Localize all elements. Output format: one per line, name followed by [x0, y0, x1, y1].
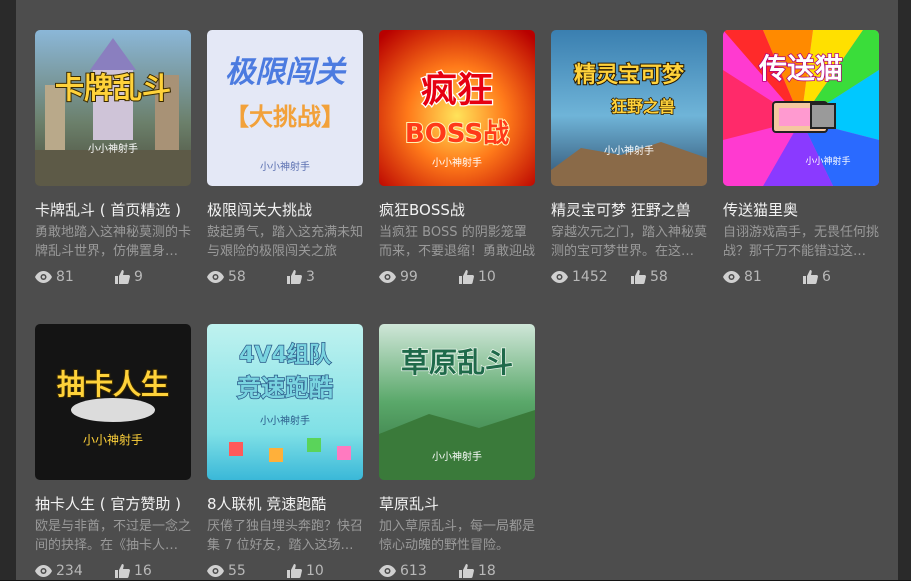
left-edge [0, 0, 16, 580]
thumbs-up-icon [287, 564, 302, 578]
game-thumbnail[interactable]: 传送猫 小小神射手 [723, 30, 879, 186]
game-description: 当疯狂 BOSS 的阴影笼罩而来，不要退缩！勇敢迎战 [379, 225, 535, 259]
game-title[interactable]: 草原乱斗 [379, 494, 535, 514]
thumbs-up-icon [115, 564, 130, 578]
thumbs-up-icon [287, 270, 302, 284]
eye-icon [207, 271, 224, 283]
thumbnail-subtitle: 小小神射手 [88, 142, 138, 155]
thumbnail-subtitle: 小小神射手 [604, 144, 654, 157]
game-title[interactable]: 抽卡人生 ( 官方赞助 ) [35, 494, 191, 514]
eye-icon [379, 271, 396, 283]
thumbnail-subtitle: 小小神射手 [432, 450, 482, 463]
thumbs-up-icon [459, 564, 474, 578]
game-description: 自诩游戏高手，无畏任何挑战？那千万不能错过这款游戏 [723, 225, 879, 259]
thumbnail-title: 精灵宝可梦 [574, 62, 685, 88]
thumbnail-subtitle: 小小神射手 [805, 155, 850, 167]
game-thumbnail[interactable]: 疯狂 BOSS战 小小神射手 [379, 30, 535, 186]
game-thumbnail[interactable]: 极限闯关 【大挑战】 小小神射手 [207, 30, 363, 186]
like-count: 16 [134, 563, 152, 579]
like-count: 58 [650, 269, 668, 285]
game-description: 欧是与非酋，不过是一念之间的抉择。在《抽卡人生》中体验命运 [35, 519, 191, 553]
game-thumbnail[interactable]: 抽卡人生 小小神射手 [35, 324, 191, 480]
thumbnail-title: 疯狂 [421, 70, 493, 111]
thumbnail-title: 卡牌乱斗 [55, 71, 171, 105]
game-thumbnail[interactable]: 草原乱斗 小小神射手 [379, 324, 535, 480]
game-stats: 99 10 [379, 269, 535, 287]
like-count: 10 [306, 563, 324, 579]
thumbnail-subtitle: 小小神射手 [260, 160, 310, 173]
game-stats: 81 9 [35, 269, 191, 287]
game-description: 勇敢地踏入这神秘莫测的卡牌乱斗世界，仿佛置身于一场奇幻的冒险之中 [35, 225, 191, 259]
game-stats: 234 16 [35, 563, 191, 581]
thumbnail-subtitle: 小小神射手 [260, 414, 310, 427]
game-title[interactable]: 8人联机 竞速跑酷 [207, 494, 363, 514]
game-card[interactable]: 抽卡人生 小小神射手 抽卡人生 ( 官方赞助 ) 欧是与非酋，不过是一念之间的抉… [35, 324, 191, 581]
thumbs-up-icon [459, 270, 474, 284]
thumbs-up-icon [803, 270, 818, 284]
game-card[interactable]: 草原乱斗 小小神射手 草原乱斗 加入草原乱斗，每一局都是惊心动魄的野性冒险。 6… [379, 324, 535, 581]
thumbnail-title: 4V4组队 [239, 342, 332, 368]
game-title[interactable]: 传送猫里奥 [723, 200, 879, 220]
thumbs-up-icon [631, 270, 646, 284]
game-title[interactable]: 极限闯关大挑战 [207, 200, 363, 220]
view-count: 81 [56, 269, 74, 285]
eye-icon [723, 271, 740, 283]
thumbnail-title: 草原乱斗 [401, 346, 513, 379]
view-count: 234 [56, 563, 83, 579]
right-edge [898, 0, 911, 580]
thumbnail-title-2: 狂野之兽 [611, 97, 675, 116]
game-card[interactable]: 传送猫 小小神射手 传送猫里奥 自诩游戏高手，无畏任何挑战？那千万不能错过这款游… [723, 30, 879, 287]
game-card[interactable]: 疯狂 BOSS战 小小神射手 疯狂BOSS战 当疯狂 BOSS 的阴影笼罩而来，… [379, 30, 535, 287]
game-card[interactable]: 极限闯关 【大挑战】 小小神射手 极限闯关大挑战 鼓起勇气，踏入这充满未知与艰险… [207, 30, 363, 287]
game-card[interactable]: 卡牌乱斗 小小神射手 卡牌乱斗 ( 首页精选 ) 勇敢地踏入这神秘莫测的卡牌乱斗… [35, 30, 191, 287]
game-stats: 58 3 [207, 269, 363, 287]
view-count: 613 [400, 563, 427, 579]
game-title[interactable]: 精灵宝可梦 狂野之兽 [551, 200, 707, 220]
game-thumbnail[interactable]: 4V4组队 竞速跑酷 小小神射手 [207, 324, 363, 480]
game-stats: 55 10 [207, 563, 363, 581]
view-count: 81 [744, 269, 762, 285]
view-count: 55 [228, 563, 246, 579]
like-count: 3 [306, 269, 315, 285]
game-thumbnail[interactable]: 精灵宝可梦 狂野之兽 小小神射手 [551, 30, 707, 186]
like-count: 9 [134, 269, 143, 285]
game-thumbnail[interactable]: 卡牌乱斗 小小神射手 [35, 30, 191, 186]
game-title[interactable]: 卡牌乱斗 ( 首页精选 ) [35, 200, 191, 220]
game-description: 加入草原乱斗，每一局都是惊心动魄的野性冒险。 [379, 519, 535, 553]
game-card[interactable]: 4V4组队 竞速跑酷 小小神射手 8人联机 竞速跑酷 厌倦了独自埋头奔跑？快召集… [207, 324, 363, 581]
game-card[interactable]: 精灵宝可梦 狂野之兽 小小神射手 精灵宝可梦 狂野之兽 穿越次元之门，踏入神秘莫… [551, 30, 707, 287]
game-description: 鼓起勇气，踏入这充满未知与艰险的极限闯关之旅 [207, 225, 363, 259]
like-count: 6 [822, 269, 831, 285]
eye-icon [35, 565, 52, 577]
thumbnail-subtitle: 小小神射手 [432, 156, 482, 169]
view-count: 1452 [572, 269, 608, 285]
thumbnail-title-2: 竞速跑酷 [237, 374, 333, 402]
eye-icon [551, 271, 568, 283]
eye-icon [35, 271, 52, 283]
game-description: 穿越次元之门，踏入神秘莫测的宝可梦世界。在这里展开冒险 [551, 225, 707, 259]
game-title[interactable]: 疯狂BOSS战 [379, 200, 535, 220]
like-count: 18 [478, 563, 496, 579]
thumbs-up-icon [115, 270, 130, 284]
thumbnail-title: 传送猫 [758, 52, 843, 85]
game-stats: 613 18 [379, 563, 535, 581]
like-count: 10 [478, 269, 496, 285]
eye-icon [379, 565, 396, 577]
game-description: 厌倦了独自埋头奔跑？快召集 7 位好友，踏入这场竞速狂欢 [207, 519, 363, 553]
thumbnail-subtitle: 小小神射手 [83, 432, 143, 447]
game-stats: 1452 58 [551, 269, 707, 287]
eye-icon [207, 565, 224, 577]
thumbnail-title-2: 【大挑战】 [225, 103, 345, 131]
view-count: 58 [228, 269, 246, 285]
thumbnail-title: 极限闯关 [225, 55, 347, 90]
thumbnail-title-2: BOSS战 [405, 119, 509, 149]
thumbnail-title: 抽卡人生 [57, 368, 169, 401]
view-count: 99 [400, 269, 418, 285]
game-stats: 81 6 [723, 269, 879, 287]
